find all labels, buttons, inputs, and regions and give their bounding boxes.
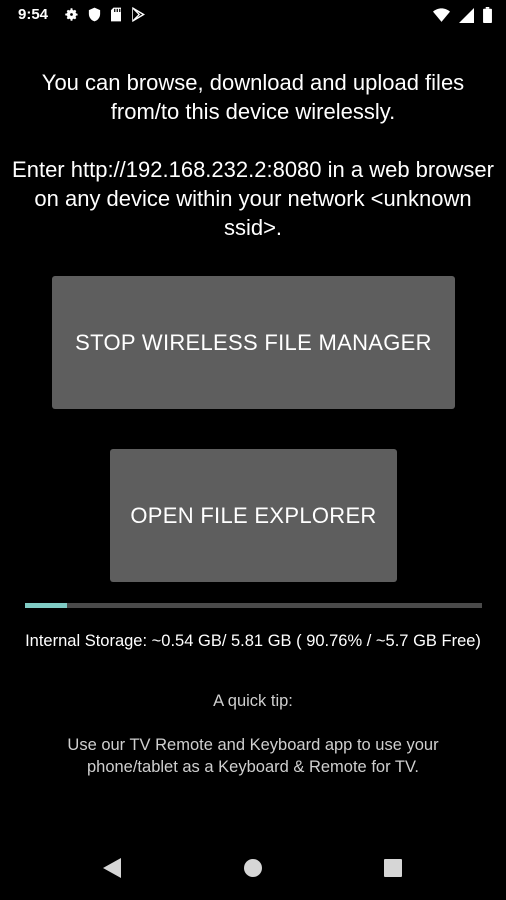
intro-line-browse: You can browse, download and upload file…	[41, 70, 465, 124]
shield-icon	[88, 7, 101, 22]
intro-line-address: Enter http://192.168.232.2:8080 in a web…	[12, 157, 494, 240]
storage-info-text: Internal Storage: ~0.54 GB/ 5.81 GB ( 90…	[25, 632, 481, 650]
play-store-icon	[131, 7, 145, 22]
status-bar: 9:54	[0, 0, 506, 32]
tip-title: A quick tip:	[213, 692, 293, 710]
home-button[interactable]	[235, 852, 271, 888]
status-left-icons	[64, 7, 145, 22]
settings-icon	[64, 7, 79, 22]
open-file-explorer-button[interactable]: OPEN FILE EXPLORER	[110, 449, 397, 582]
status-right-icons	[433, 7, 492, 23]
battery-icon	[483, 7, 492, 23]
home-icon	[243, 858, 263, 883]
storage-progress-bar	[25, 603, 482, 608]
status-time: 9:54	[18, 6, 49, 23]
intro-text: You can browse, download and upload file…	[10, 68, 496, 242]
recents-icon	[384, 858, 402, 882]
navigation-bar	[0, 840, 506, 900]
wifi-icon	[433, 7, 450, 23]
storage-progress-fill	[25, 603, 68, 608]
back-button[interactable]	[94, 852, 130, 888]
stop-wireless-file-manager-button[interactable]: STOP WIRELESS FILE MANAGER	[52, 276, 455, 409]
tip-text: Use our TV Remote and Keyboard app to us…	[67, 736, 439, 776]
back-icon	[102, 857, 122, 884]
recents-button[interactable]	[375, 852, 411, 888]
sd-card-icon	[110, 7, 122, 22]
signal-icon	[459, 7, 474, 23]
